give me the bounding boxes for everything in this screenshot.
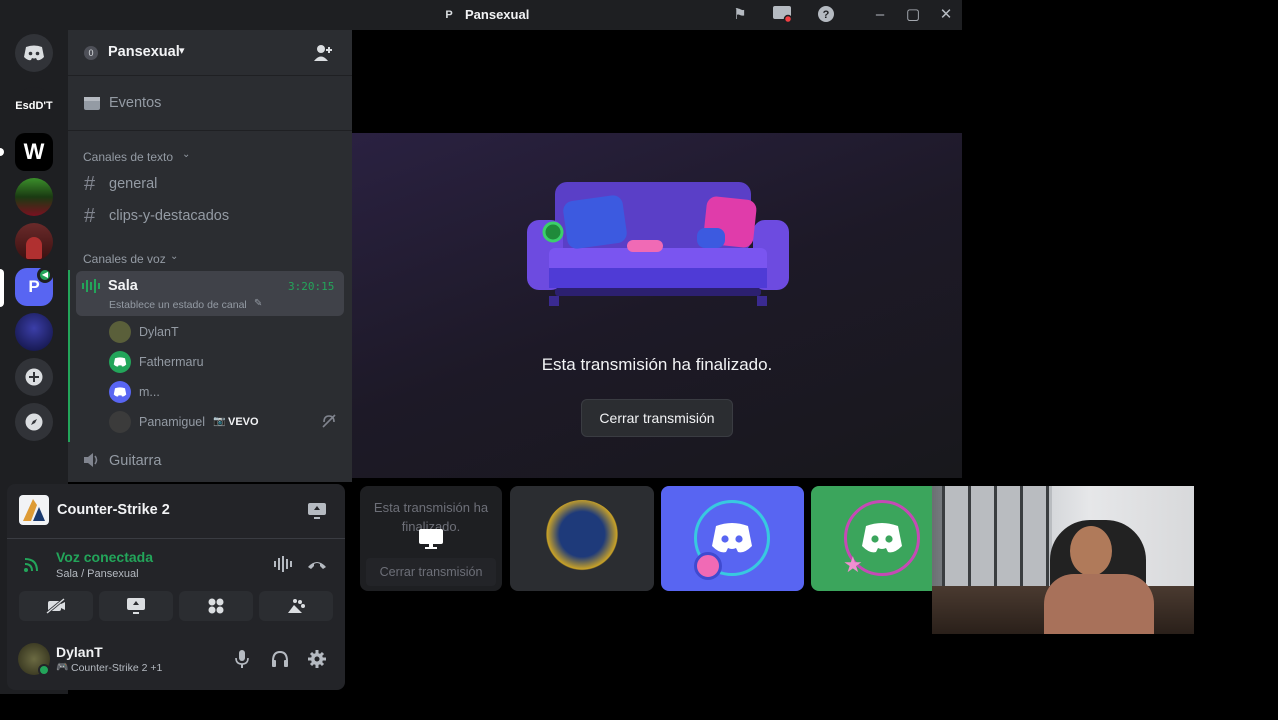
svg-text:?: ?	[823, 9, 830, 21]
selected-pill	[0, 269, 4, 307]
star-decoration-icon: ★	[843, 552, 863, 577]
mini-close-button[interactable]: Cerrar transmisión	[366, 558, 496, 586]
user-panel: Counter-Strike 2 Voz conectada Sala / Pa…	[7, 484, 345, 690]
participant-tile-discord-2[interactable]: ★	[811, 486, 933, 591]
chevron-down-icon: ⌄	[182, 149, 191, 160]
participant-tile-discord-1[interactable]	[661, 486, 804, 591]
voice-user-name[interactable]: Panamiguel	[139, 415, 205, 429]
voice-channels-header[interactable]: Canales de voz	[83, 252, 166, 266]
server-header[interactable]: 0 Pansexual ▾	[68, 30, 352, 76]
events-link[interactable]: Eventos	[109, 95, 161, 111]
voice-speaker-icon: ◀	[37, 267, 53, 283]
hash-icon: #	[84, 205, 96, 227]
voice-channel-sala[interactable]: Sala 3:20:15 Establece un estado de cana…	[76, 271, 344, 316]
discord-avatar-icon	[109, 351, 131, 373]
voice-channel-guitarra[interactable]: Guitarra	[109, 453, 161, 469]
voice-connection-line	[68, 270, 70, 442]
donut-decoration-icon	[694, 552, 722, 580]
stream-tile-ended[interactable]: Esta transmisión ha finalizado. Cerrar t…	[360, 486, 502, 591]
close-icon[interactable]: ✕	[935, 5, 957, 25]
maximize-icon[interactable]: ▢	[902, 5, 924, 25]
vevo-icon: 📷	[213, 416, 226, 427]
add-server-icon[interactable]	[15, 358, 53, 396]
invite-people-icon[interactable]	[313, 44, 333, 62]
minimize-icon[interactable]: –	[869, 5, 891, 25]
microphone-icon[interactable]	[235, 650, 249, 668]
cs2-game-icon	[19, 495, 49, 525]
activity-game-name: Counter-Strike 2	[57, 502, 170, 518]
gamepad-icon: 🎮	[56, 662, 69, 673]
voice-user-name[interactable]: m...	[139, 385, 160, 399]
window-title: Pansexual	[465, 7, 530, 22]
inbox-flag-icon[interactable]: ⚑	[729, 5, 751, 25]
channel-panel: 0 Pansexual ▾ Eventos Canales de texto ⌄…	[68, 30, 352, 482]
person-head	[1070, 526, 1112, 576]
chevron-down-icon: ⌄	[170, 251, 179, 262]
settings-gear-icon[interactable]	[308, 650, 326, 668]
discord-home-icon[interactable]	[15, 34, 53, 72]
camera-off-button[interactable]	[19, 591, 93, 621]
stream-stage: Esta transmisión ha finalizado. Cerrar t…	[352, 133, 962, 478]
channel-general[interactable]: general	[109, 176, 157, 192]
help-icon[interactable]: ?	[815, 5, 837, 25]
voice-location[interactable]: Sala / Pansexual	[56, 568, 139, 580]
online-status-icon	[38, 664, 50, 676]
voice-user-name[interactable]: DylanT	[139, 325, 179, 339]
soundboard-button[interactable]	[259, 591, 333, 621]
participant-tile-dylant[interactable]	[510, 486, 654, 591]
person-body	[1044, 574, 1154, 634]
headphones-icon[interactable]	[271, 650, 289, 668]
stream-ended-message: Esta transmisión ha finalizado.	[541, 355, 773, 374]
screen-share-icon[interactable]	[771, 5, 793, 25]
server-esd[interactable]: EsdD'T	[15, 87, 53, 125]
discord-avatar-icon	[109, 381, 131, 403]
noise-suppression-icon[interactable]	[273, 556, 293, 572]
server-logo-icon: P	[445, 9, 453, 21]
avatar	[109, 321, 131, 343]
pencil-icon[interactable]: ✎	[254, 298, 262, 309]
screen-icon	[418, 528, 444, 550]
server-avatar-2[interactable]	[15, 223, 53, 261]
discover-icon[interactable]	[15, 403, 53, 441]
server-badge: 0	[84, 46, 98, 60]
share-screen-button[interactable]	[99, 591, 173, 621]
disconnect-icon[interactable]	[306, 556, 328, 572]
server-name: Pansexual	[108, 44, 180, 60]
calendar-icon	[83, 95, 101, 111]
close-stream-button[interactable]: Cerrar transmisión	[581, 399, 733, 437]
server-avatar-3[interactable]	[15, 313, 53, 351]
voice-connected-label[interactable]: Voz conectada	[56, 549, 153, 565]
avatar	[544, 500, 620, 576]
unread-pill	[0, 148, 4, 156]
voice-user-name[interactable]: Fathermaru	[139, 355, 204, 369]
voice-activity-icon	[82, 279, 100, 293]
activities-button[interactable]	[179, 591, 253, 621]
signal-icon	[23, 557, 41, 573]
stream-game-icon[interactable]	[307, 502, 327, 520]
voice-timer: 3:20:15	[288, 280, 335, 293]
chevron-down-icon: ▾	[179, 45, 185, 57]
speaker-icon	[83, 452, 101, 468]
voice-channel-name: Sala	[108, 278, 138, 294]
text-channels-header[interactable]: Canales de texto	[83, 150, 173, 164]
channel-clips[interactable]: clips-y-destacados	[109, 208, 229, 224]
couch-illustration	[527, 182, 789, 306]
username[interactable]: DylanT	[56, 644, 103, 660]
server-avatar-1[interactable]	[15, 178, 53, 216]
title-bar: P Pansexual ⚑ ? – ▢ ✕	[0, 0, 962, 30]
divider	[7, 538, 345, 539]
deafened-icon	[322, 414, 336, 428]
user-tag: VEVO	[228, 416, 259, 428]
divider	[68, 130, 352, 131]
channel-status[interactable]: Establece un estado de canal	[109, 299, 247, 311]
hash-icon: #	[84, 173, 96, 195]
webcam-overlay	[932, 486, 1194, 634]
server-w[interactable]: W	[15, 133, 53, 171]
avatar	[109, 411, 131, 433]
user-activity: Counter-Strike 2 +1	[71, 662, 163, 674]
